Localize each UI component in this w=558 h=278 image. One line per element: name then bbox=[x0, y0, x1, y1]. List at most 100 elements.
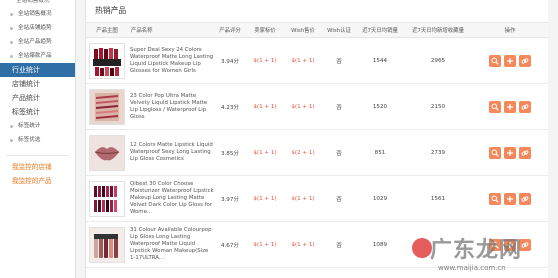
link-icon[interactable] bbox=[519, 100, 531, 113]
sidebar-subitem-product-trend[interactable]: 全站产品趋势 bbox=[0, 35, 75, 49]
product-score: 3.94分 bbox=[214, 37, 246, 84]
product-image-cell[interactable] bbox=[86, 83, 128, 130]
col-header-sales-7d[interactable]: 近7天日均销量 bbox=[356, 23, 404, 38]
sidebar-item-industry[interactable]: 行业统计 bbox=[0, 63, 75, 77]
col-header-score[interactable]: 产品评分 bbox=[214, 23, 246, 38]
sidebar: 全站销售概况 全站销售概况 全站店铺趋势 全站产品趋势 全站爆款产品 行业统计 … bbox=[0, 0, 76, 278]
sidebar-subitem-label: 全站爆款产品 bbox=[18, 53, 52, 59]
actions-cell bbox=[472, 83, 548, 130]
bullet-icon bbox=[10, 40, 13, 44]
wish-verified: 否 bbox=[322, 129, 356, 176]
link-icon[interactable] bbox=[519, 146, 531, 159]
favorites-7d: 2965 bbox=[404, 37, 472, 84]
watermark-text: 广东龙网 bbox=[430, 238, 523, 263]
product-image-cell[interactable] bbox=[86, 221, 128, 268]
product-thumbnail-lipstick-set[interactable] bbox=[89, 42, 125, 79]
product-score: 3.85分 bbox=[214, 129, 246, 176]
col-header-wish-price[interactable]: Wish售价 bbox=[284, 23, 322, 38]
col-header-wish-verified: Wish认证 bbox=[322, 23, 356, 38]
sidebar-subitem-label: 标签优选 bbox=[18, 137, 41, 143]
wish-verified: 否 bbox=[322, 83, 356, 130]
wish-price: $(2 + 1) bbox=[284, 129, 322, 176]
sales-7d: 1029 bbox=[356, 175, 404, 222]
table-row: Qibest 30 Color Choose Moisturizer Water… bbox=[86, 175, 548, 222]
table-row: 12 Colors Matte Lipstick Liquid Waterpro… bbox=[86, 129, 548, 176]
col-header-name: 产品名称 bbox=[128, 23, 214, 38]
product-image-cell[interactable] bbox=[86, 37, 128, 84]
wish-price: $(1 + 1) bbox=[284, 83, 322, 130]
wish-verified: 否 bbox=[322, 175, 356, 222]
bullet-icon bbox=[10, 138, 13, 142]
col-header-favorites-7d[interactable]: 近7天日均新增收藏量 bbox=[404, 23, 472, 38]
seller-price: $(1 + 1) bbox=[246, 37, 284, 84]
seller-price: $(1 + 1) bbox=[246, 129, 284, 176]
product-thumbnail-tubes[interactable] bbox=[89, 226, 125, 263]
actions-cell bbox=[472, 37, 548, 84]
product-thumbnail-lip-swatch[interactable] bbox=[89, 88, 125, 125]
seller-price: $(1 + 1) bbox=[246, 221, 284, 268]
search-icon[interactable] bbox=[489, 54, 501, 67]
sales-7d: 1520 bbox=[356, 83, 404, 130]
sidebar-item-shops[interactable]: 店铺统计 bbox=[0, 77, 75, 91]
product-name[interactable]: 12 Colors Matte Lipstick Liquid Waterpro… bbox=[128, 129, 214, 176]
product-image-cell[interactable] bbox=[86, 129, 128, 176]
favorites-7d: 2150 bbox=[404, 83, 472, 130]
favorites-7d: 1561 bbox=[404, 175, 472, 222]
col-header-seller-price[interactable]: 卖家标价 bbox=[246, 23, 284, 38]
bullet-icon bbox=[10, 26, 13, 30]
product-score: 3.97分 bbox=[214, 175, 246, 222]
sidebar-subitem-tag-pick[interactable]: 标签优选 bbox=[0, 133, 75, 147]
product-image-cell[interactable] bbox=[86, 175, 128, 222]
sidebar-subitem-label: 标签统计 bbox=[18, 123, 41, 129]
sidebar-subitem-label: 全站店铺趋势 bbox=[18, 25, 52, 31]
wish-price: $(1 + 1) bbox=[284, 37, 322, 84]
product-name[interactable]: 31 Colour Available Colourpop Lip Gloss … bbox=[128, 221, 214, 268]
link-icon[interactable] bbox=[519, 54, 531, 67]
product-score: 4.23分 bbox=[214, 83, 246, 130]
wish-verified: 否 bbox=[322, 37, 356, 84]
sidebar-subitem-label: 全站销售概况 bbox=[18, 11, 52, 17]
watermark-logo-icon bbox=[412, 238, 432, 258]
product-name[interactable]: Super Deal Sexy 24 Colors Waterproof Mat… bbox=[128, 37, 214, 84]
product-name[interactable]: 23 Color Pop Ultra Matte Velvety Liquid … bbox=[128, 83, 214, 130]
sidebar-link-my-shops[interactable]: 我监控的店铺 bbox=[0, 160, 75, 174]
col-header-actions: 操作 bbox=[472, 23, 548, 38]
link-icon[interactable] bbox=[519, 192, 531, 205]
sidebar-divider bbox=[6, 155, 69, 156]
sidebar-item-products[interactable]: 产品统计 bbox=[0, 91, 75, 105]
plus-icon[interactable] bbox=[504, 146, 516, 159]
sidebar-subitem-shop-trend[interactable]: 全站店铺趋势 bbox=[0, 21, 75, 35]
bullet-icon bbox=[10, 54, 13, 58]
wish-price: $(1 + 1) bbox=[284, 221, 322, 268]
table-row: Super Deal Sexy 24 Colors Waterproof Mat… bbox=[86, 37, 548, 84]
sidebar-partial-item[interactable]: 全站销售概况 bbox=[0, 0, 75, 7]
sales-7d: 1089 bbox=[356, 221, 404, 268]
sidebar-subitem-tag-stats[interactable]: 标签统计 bbox=[0, 119, 75, 133]
product-thumbnail-lips[interactable] bbox=[89, 134, 125, 171]
wish-price: $(1 + 1) bbox=[284, 175, 322, 222]
actions-cell bbox=[472, 129, 548, 176]
sidebar-subitem-hot-products[interactable]: 全站爆款产品 bbox=[0, 49, 75, 63]
bullet-icon bbox=[10, 124, 13, 128]
seller-price: $(1 + 1) bbox=[246, 175, 284, 222]
sidebar-item-tags[interactable]: 标签统计 bbox=[0, 105, 75, 119]
watermark-url: www.maijia.com.cn bbox=[438, 264, 506, 272]
plus-icon[interactable] bbox=[504, 192, 516, 205]
product-name[interactable]: Qibest 30 Color Choose Moisturizer Water… bbox=[128, 175, 214, 222]
plus-icon[interactable] bbox=[504, 54, 516, 67]
sales-7d: 851 bbox=[356, 129, 404, 176]
plus-icon[interactable] bbox=[504, 100, 516, 113]
sidebar-subitem-overview[interactable]: 全站销售概况 bbox=[0, 7, 75, 21]
product-score: 4.67分 bbox=[214, 221, 246, 268]
search-icon[interactable] bbox=[489, 146, 501, 159]
sidebar-link-my-products[interactable]: 我监控的产品 bbox=[0, 174, 75, 188]
table-header-row: 产品主图 产品名称 产品评分 卖家标价 Wish售价 Wish认证 近7天日均销… bbox=[86, 23, 548, 38]
favorites-7d: 2739 bbox=[404, 129, 472, 176]
panel-title: 热销产品 bbox=[86, 0, 548, 23]
search-icon[interactable] bbox=[489, 192, 501, 205]
seller-price: $(1 + 1) bbox=[246, 83, 284, 130]
sales-7d: 1544 bbox=[356, 37, 404, 84]
watermark: 广东龙网 www.maijia.com.cn bbox=[412, 232, 558, 278]
search-icon[interactable] bbox=[489, 100, 501, 113]
product-thumbnail-lipstick-pack[interactable] bbox=[89, 180, 125, 217]
